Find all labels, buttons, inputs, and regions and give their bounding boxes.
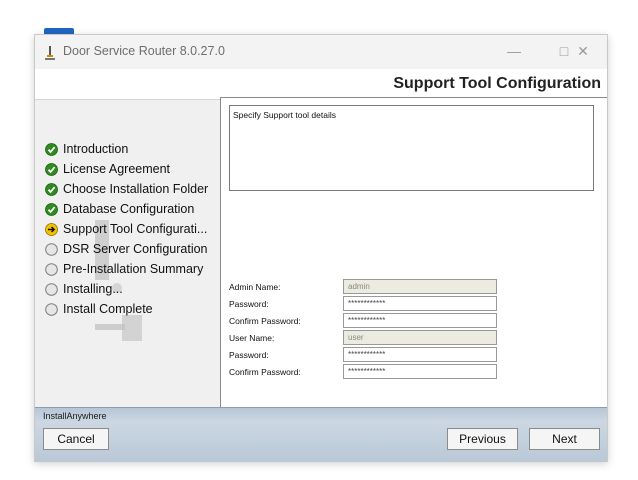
step-label: DSR Server Configuration — [63, 242, 208, 256]
user-name-field[interactable]: user — [343, 330, 497, 345]
check-icon — [45, 203, 58, 216]
close-button[interactable]: ✕ — [572, 41, 594, 61]
admin-name-field[interactable]: admin — [343, 279, 497, 294]
arrow-right-icon — [45, 223, 58, 236]
admin-password-field[interactable]: ************ — [343, 296, 497, 311]
description-box: Specify Support tool details — [229, 105, 594, 191]
app-icon — [45, 46, 55, 60]
user-name-label: User Name: — [229, 333, 275, 343]
brand-label: InstallAnywhere — [43, 411, 107, 421]
empty-circle-icon — [45, 243, 58, 256]
user-confirm-password-field[interactable]: ************ — [343, 364, 497, 379]
step-label: Pre-Installation Summary — [63, 262, 204, 276]
window-title: Door Service Router 8.0.27.0 — [63, 44, 225, 58]
description-text: Specify Support tool details — [233, 110, 337, 120]
step-label: Choose Installation Folder — [63, 182, 209, 196]
content-panel: Specify Support tool details Admin Name:… — [220, 97, 607, 409]
cancel-button[interactable]: Cancel — [43, 428, 109, 450]
minimize-button[interactable]: — — [503, 41, 525, 61]
empty-circle-icon — [45, 283, 58, 296]
admin-name-label: Admin Name: — [229, 282, 281, 292]
page-title: Support Tool Configuration — [393, 75, 601, 92]
previous-button[interactable]: Previous — [447, 428, 518, 450]
next-button[interactable]: Next — [529, 428, 600, 450]
user-password-field[interactable]: ************ — [343, 347, 497, 362]
admin-password-label: Password: — [229, 299, 269, 309]
user-confirm-password-label: Confirm Password: — [229, 367, 301, 377]
admin-confirm-password-label: Confirm Password: — [229, 316, 301, 326]
footer-bar: InstallAnywhere Cancel Previous Next — [35, 407, 607, 462]
step-label: Install Complete — [63, 302, 153, 316]
step-label: License Agreement — [63, 162, 171, 176]
step-label: Introduction — [63, 142, 129, 156]
step-label: Database Configuration — [63, 202, 195, 216]
check-icon — [45, 183, 58, 196]
check-icon — [45, 163, 58, 176]
step-label: Support Tool Configurati... — [63, 222, 208, 236]
empty-circle-icon — [45, 263, 58, 276]
steps-panel: Introduction License Agreement Choose In… — [35, 100, 220, 405]
empty-circle-icon — [45, 303, 58, 316]
admin-confirm-password-field[interactable]: ************ — [343, 313, 497, 328]
title-bar[interactable]: Door Service Router 8.0.27.0 — □ ✕ — [35, 35, 607, 69]
step-label: Installing... — [63, 282, 123, 296]
installer-window: Door Service Router 8.0.27.0 — □ ✕ Suppo… — [34, 34, 608, 462]
page-header: Support Tool Configuration — [35, 69, 607, 100]
user-password-label: Password: — [229, 350, 269, 360]
check-icon — [45, 143, 58, 156]
